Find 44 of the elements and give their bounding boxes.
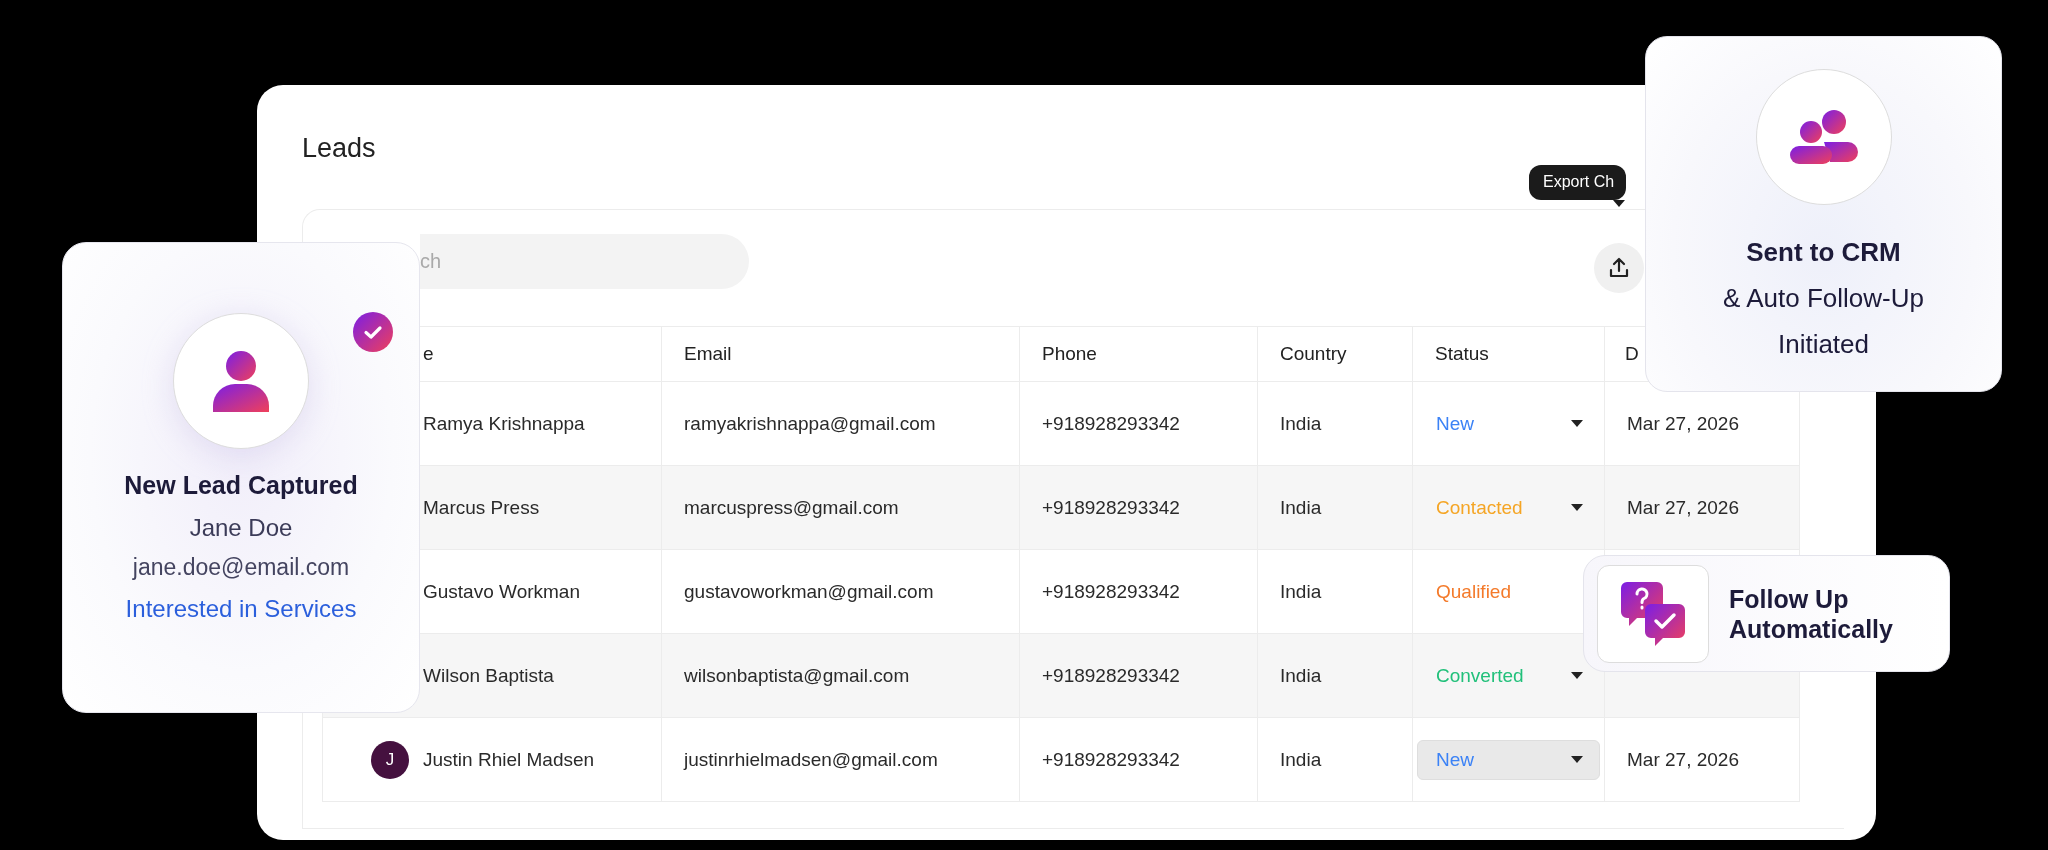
card-text: & Auto Follow-Up	[1723, 282, 1924, 315]
upload-icon	[1607, 256, 1631, 280]
lead-name: Marcus Press	[423, 496, 540, 519]
table-cell: ramyakrishnappa@gmail.com	[661, 381, 1020, 466]
lead-name: Jane Doe	[189, 514, 293, 542]
person-icon	[213, 350, 269, 412]
card-text: Sent to CRM	[1746, 236, 1901, 269]
lead-name: Wilson Baptista	[423, 664, 554, 687]
column-header: Email	[661, 326, 1020, 382]
table-cell: +918928293342	[1019, 549, 1258, 634]
chat-bubbles-icon	[1621, 581, 1685, 646]
table-cell: +918928293342	[1019, 633, 1258, 718]
table-cell: marcuspress@gmail.com	[661, 465, 1020, 550]
table-cell: Mar 27, 2026	[1604, 717, 1800, 802]
column-header: Status	[1412, 326, 1605, 382]
people-icon	[1789, 110, 1858, 164]
table-cell: +918928293342	[1019, 381, 1258, 466]
column-header: Phone	[1019, 326, 1258, 382]
page-title: Leads	[302, 133, 376, 164]
card-text: Automatically	[1729, 613, 1893, 644]
table-cell: India	[1257, 717, 1413, 802]
table-cell: India	[1257, 633, 1413, 718]
lead-name: Gustavo Workman	[423, 580, 580, 603]
lead-name: Ramya Krishnappa	[423, 412, 585, 435]
table-cell: India	[1257, 549, 1413, 634]
table-cell: India	[1257, 381, 1413, 466]
search-field[interactable]: ch	[420, 233, 749, 289]
lead-email: jane.doe@email.com	[132, 554, 350, 581]
card-text: Follow Up	[1729, 583, 1850, 614]
table-cell: justinrhielmadsen@gmail.com	[661, 717, 1020, 802]
table-cell: India	[1257, 465, 1413, 550]
table-cell: wilsonbaptista@gmail.com	[661, 633, 1020, 718]
lead-name: Justin Rhiel Madsen	[423, 748, 595, 771]
table-cell: +918928293342	[1019, 717, 1258, 802]
table-cell: gustavoworkman@gmail.com	[661, 549, 1020, 634]
avatar: J	[371, 740, 409, 779]
table-cell: +918928293342	[1019, 465, 1258, 550]
column-header: Country	[1257, 326, 1413, 382]
table-cell: Mar 27, 2026	[1604, 465, 1800, 550]
export-button[interactable]	[1594, 243, 1644, 293]
export-tooltip: Export Ch	[1529, 165, 1627, 207]
status-dropdown[interactable]: New	[1417, 739, 1600, 780]
card-title: New Lead Captured	[124, 471, 358, 500]
lead-interest: Interested in Services	[125, 595, 357, 623]
